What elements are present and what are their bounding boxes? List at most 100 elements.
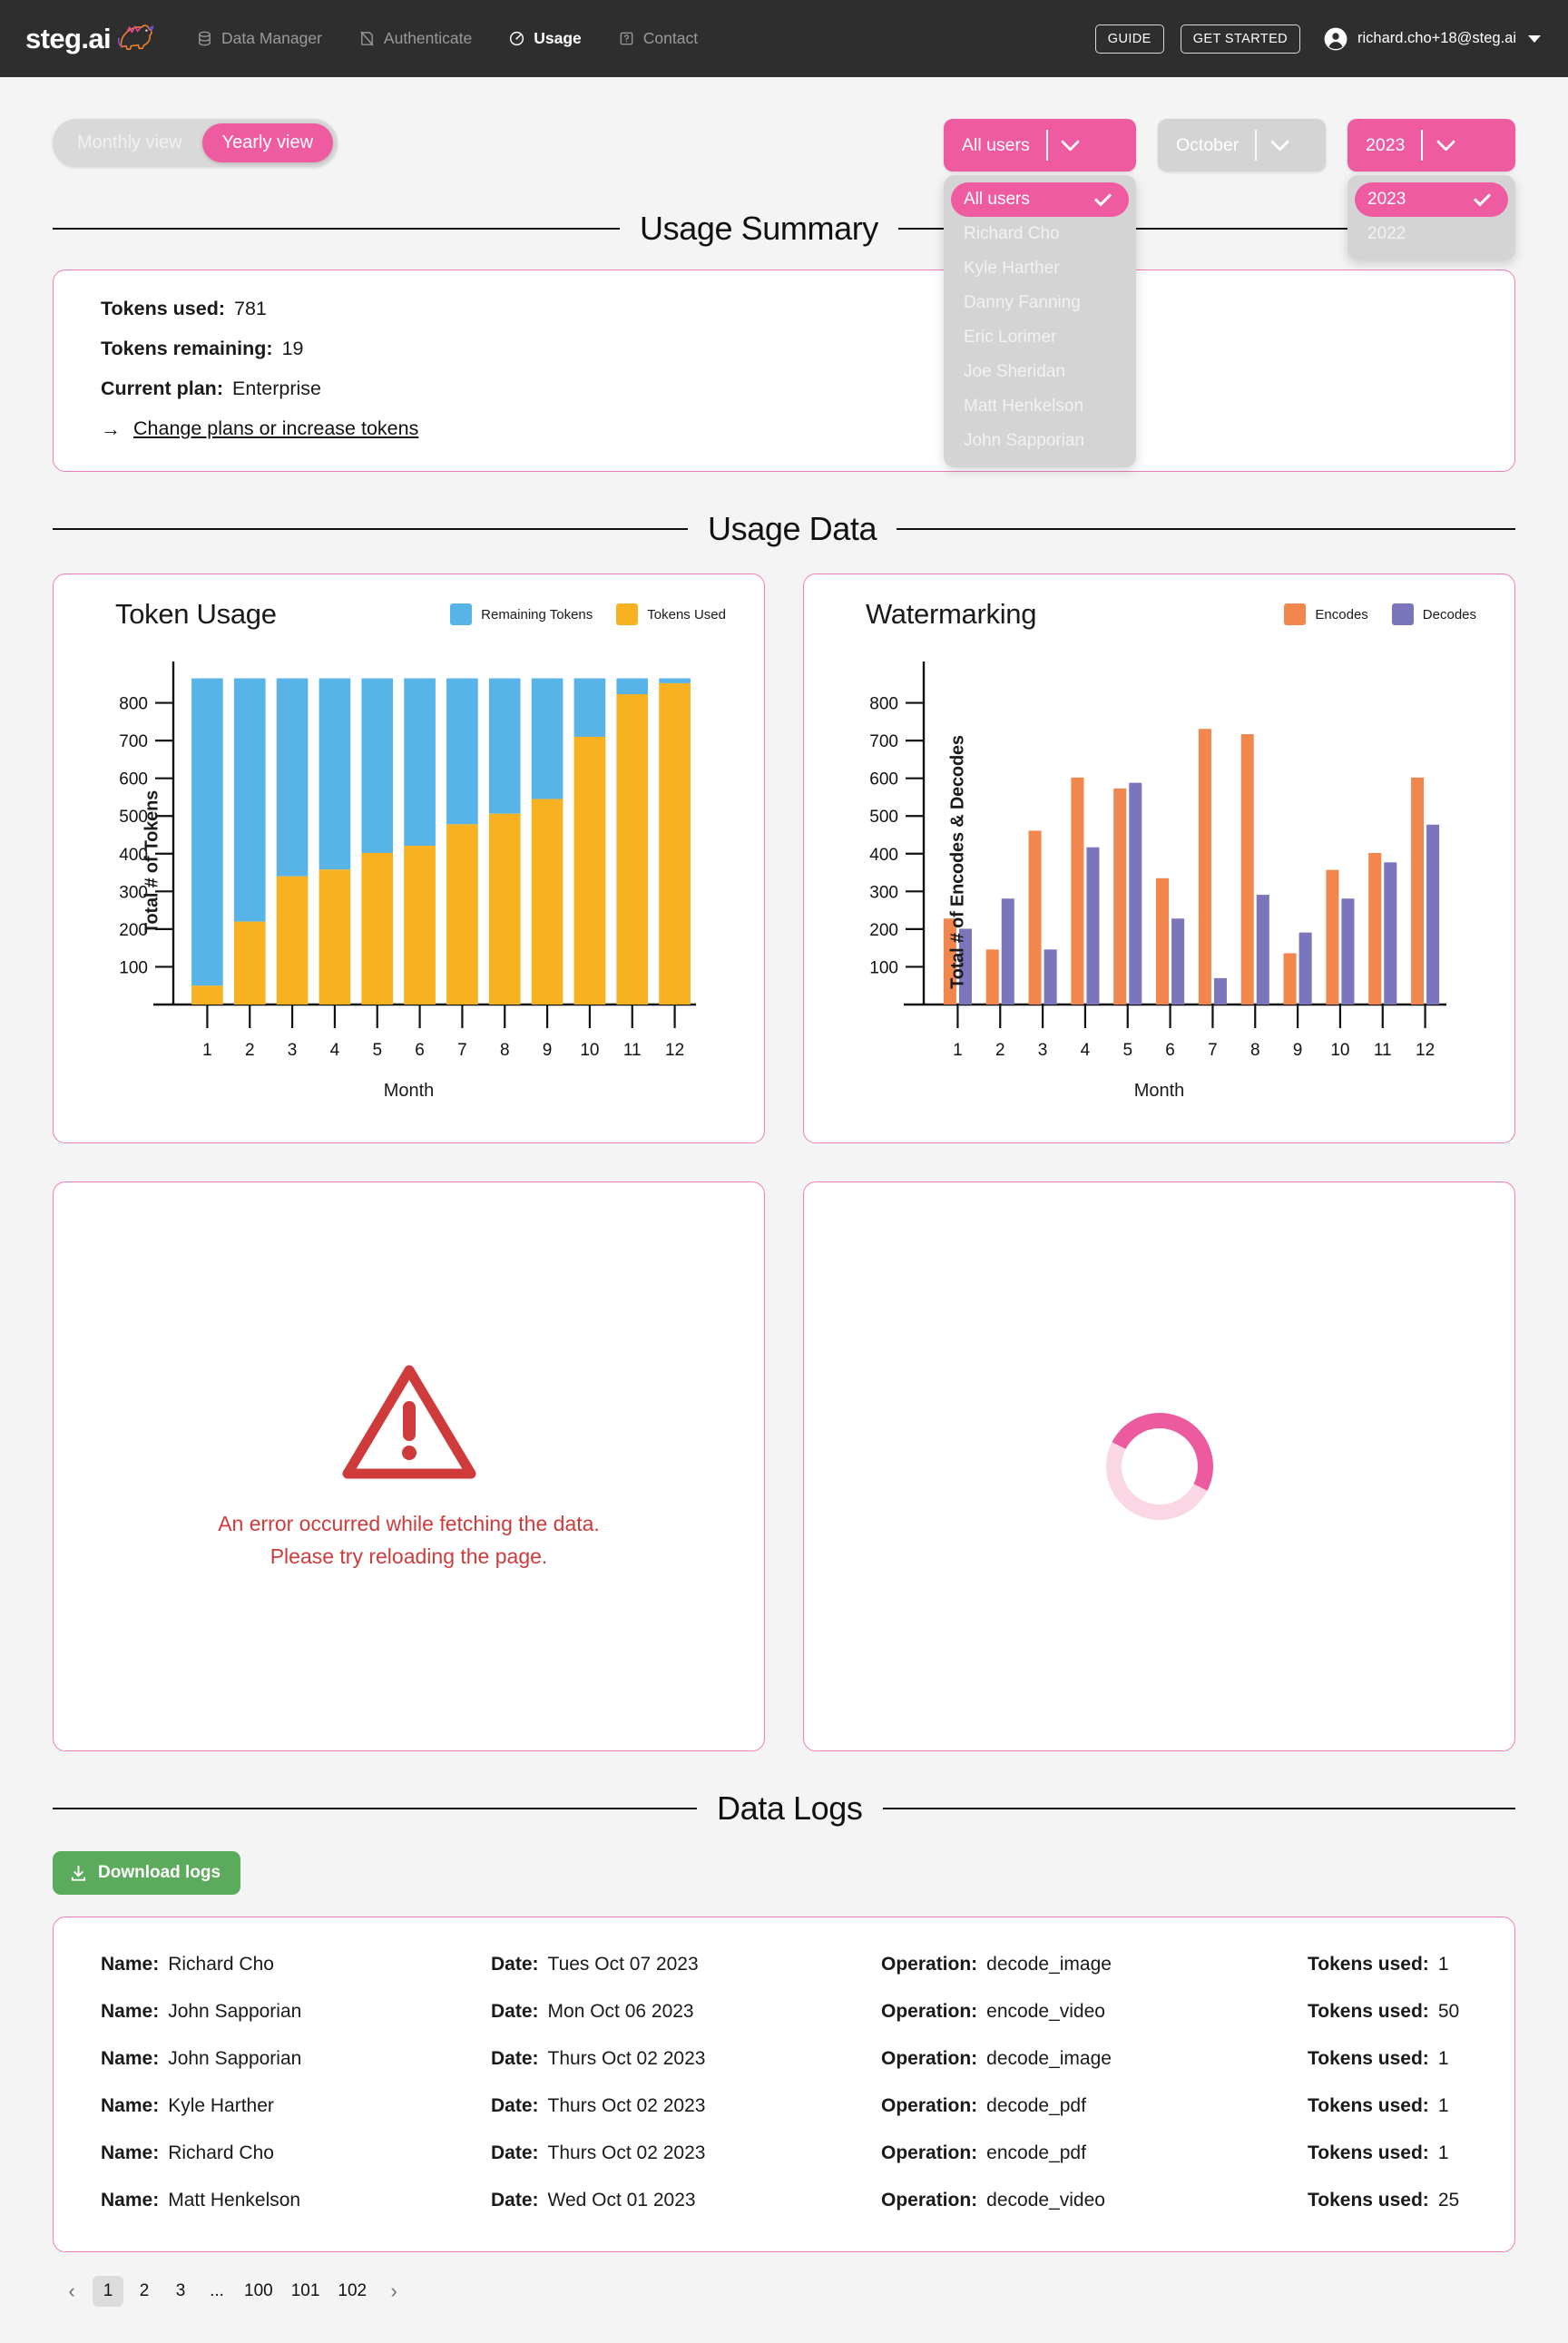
top-navigation-bar: steg.ai Data Manager Authenticate Usage … bbox=[0, 0, 1568, 77]
get-started-button[interactable]: GET STARTED bbox=[1180, 24, 1301, 54]
legend-swatch bbox=[616, 603, 639, 625]
download-logs-label: Download logs bbox=[98, 1863, 221, 1882]
user-option-danny-fanning[interactable]: Danny Fanning bbox=[951, 286, 1129, 320]
dropdown-option-label: 2023 bbox=[1367, 190, 1406, 209]
log-operation-value: encode_pdf bbox=[986, 2142, 1086, 2163]
download-logs-button[interactable]: Download logs bbox=[53, 1851, 241, 1895]
log-name-value: Matt Henkelson bbox=[168, 2190, 301, 2211]
log-operation-value: decode_image bbox=[986, 1954, 1112, 1975]
nav-item-data-manager[interactable]: Data Manager bbox=[194, 24, 324, 54]
user-option-all-users[interactable]: All users bbox=[951, 182, 1129, 217]
change-plans-link[interactable]: Change plans or increase tokens bbox=[133, 417, 418, 440]
table-row: Name: John Sapporian Date: Thurs Oct 02 … bbox=[101, 2035, 1467, 2083]
pagination-prev-button[interactable]: ‹ bbox=[56, 2276, 87, 2307]
tokens-used-value: 781 bbox=[234, 298, 267, 319]
nav-item-label: Data Manager bbox=[221, 29, 322, 47]
nav-item-label: Contact bbox=[642, 29, 699, 47]
user-option-richard-cho[interactable]: Richard Cho bbox=[951, 217, 1129, 251]
token-usage-chart-card: Token Usage Remaining Tokens Tokens Used… bbox=[53, 573, 765, 1143]
divider-line bbox=[53, 1808, 697, 1809]
log-date-label: Date: bbox=[491, 2095, 539, 2116]
svg-text:700: 700 bbox=[119, 732, 148, 751]
usage-summary-card: Tokens used: 781 Tokens remaining: 19 Cu… bbox=[53, 270, 1515, 472]
year-select-value: 2023 bbox=[1366, 134, 1406, 155]
log-tokens-label: Tokens used: bbox=[1308, 2142, 1429, 2163]
dropdown-option-label: Matt Henkelson bbox=[964, 397, 1084, 416]
pagination-ellipsis: ... bbox=[210, 2281, 224, 2300]
account-menu[interactable]: richard.cho+18@steg.ai bbox=[1324, 27, 1541, 51]
loading-panel bbox=[803, 1181, 1515, 1751]
log-operation-value: decode_video bbox=[986, 2190, 1105, 2211]
log-date-value: Wed Oct 01 2023 bbox=[547, 2190, 696, 2211]
current-plan-label: Current plan: bbox=[101, 377, 223, 399]
select-divider bbox=[1255, 130, 1258, 161]
svg-text:5: 5 bbox=[1122, 1041, 1132, 1060]
pagination-next-button[interactable]: › bbox=[378, 2276, 409, 2307]
svg-text:800: 800 bbox=[869, 695, 898, 714]
pagination-page-102[interactable]: 102 bbox=[331, 2276, 373, 2307]
nav-item-authenticate[interactable]: Authenticate bbox=[357, 24, 474, 54]
view-mode-toggle: Monthly view Yearly view bbox=[53, 119, 338, 167]
error-message-line-2: Please try reloading the page. bbox=[270, 1544, 548, 1568]
pagination-page-2[interactable]: 2 bbox=[129, 2276, 160, 2307]
user-option-eric-lorimer[interactable]: Eric Lorimer bbox=[951, 320, 1129, 355]
log-date-cell: Date: Thurs Oct 02 2023 bbox=[491, 2095, 881, 2117]
log-operation-value: decode_image bbox=[986, 2048, 1112, 2069]
watermarking-bar-chart: 1002003004005006007008001 2 3 4 5 6 7 8 9 10 11 12 bbox=[869, 662, 1446, 1060]
tokens-used-row: Tokens used: 781 bbox=[101, 298, 1467, 320]
pagination-page-1[interactable]: 1 bbox=[93, 2276, 123, 2307]
log-date-label: Date: bbox=[491, 2001, 539, 2022]
year-option-2022[interactable]: 2022 bbox=[1355, 217, 1508, 251]
svg-text:9: 9 bbox=[1293, 1041, 1303, 1060]
brand-logo[interactable]: steg.ai bbox=[25, 23, 154, 55]
warning-triangle-icon bbox=[342, 1365, 475, 1479]
user-select-button[interactable]: All users bbox=[944, 119, 1136, 172]
user-option-joe-sheridan[interactable]: Joe Sheridan bbox=[951, 355, 1129, 389]
chart-plot-area: Total # of Encodes & Decodes 100 200 300 40… bbox=[826, 649, 1493, 1075]
user-select-value: All users bbox=[962, 134, 1030, 155]
pagination-page-100[interactable]: 100 bbox=[238, 2276, 279, 2307]
pagination-page-3[interactable]: 3 bbox=[165, 2276, 196, 2307]
guide-button[interactable]: GUIDE bbox=[1094, 24, 1164, 54]
log-date-value: Thurs Oct 02 2023 bbox=[547, 2048, 706, 2069]
year-select-dropdown: 2023 2022 bbox=[1348, 175, 1515, 260]
log-operation-cell: Operation: encode_pdf bbox=[881, 2142, 1308, 2164]
user-option-matt-henkelson[interactable]: Matt Henkelson bbox=[951, 389, 1129, 424]
database-icon bbox=[199, 31, 211, 46]
x-axis-title: Month bbox=[383, 1081, 435, 1101]
chart-title: Token Usage bbox=[115, 598, 277, 630]
divider-line bbox=[53, 228, 620, 230]
section-header-usage-data: Usage Data bbox=[53, 510, 1515, 548]
user-option-kyle-harther[interactable]: Kyle Harther bbox=[951, 251, 1129, 286]
log-name-label: Name: bbox=[101, 2142, 160, 2163]
svg-text:3: 3 bbox=[1038, 1041, 1048, 1060]
y-axis-title: Total # of Encodes & Decodes bbox=[947, 735, 968, 989]
nav-item-contact[interactable]: Contact bbox=[616, 24, 700, 54]
account-email-label: richard.cho+18@steg.ai bbox=[1357, 30, 1516, 46]
svg-text:11: 11 bbox=[1374, 1041, 1392, 1060]
year-select-button[interactable]: 2023 bbox=[1348, 119, 1515, 172]
divider-line bbox=[897, 528, 1515, 530]
change-plans-row: → Change plans or increase tokens bbox=[101, 417, 1467, 440]
dropdown-option-label: John Sapporian bbox=[964, 431, 1085, 450]
log-date-value: Thurs Oct 02 2023 bbox=[547, 2142, 706, 2163]
pagination-page-101[interactable]: 101 bbox=[285, 2276, 327, 2307]
year-option-2023[interactable]: 2023 bbox=[1355, 182, 1508, 217]
nav-item-usage[interactable]: Usage bbox=[506, 24, 583, 54]
nav-item-label: Authenticate bbox=[383, 29, 473, 47]
brand-wordmark: steg.ai bbox=[25, 22, 112, 54]
tokens-remaining-value: 19 bbox=[281, 338, 304, 359]
avatar-icon bbox=[1324, 27, 1348, 50]
monthly-view-tab[interactable]: Monthly view bbox=[57, 123, 202, 162]
log-operation-cell: Operation: decode_pdf bbox=[881, 2095, 1308, 2117]
log-operation-value: decode_pdf bbox=[986, 2095, 1086, 2116]
tokens-remaining-label: Tokens remaining: bbox=[101, 338, 273, 359]
yearly-view-tab[interactable]: Yearly view bbox=[201, 123, 334, 162]
y-axis-title: Total # of Tokens bbox=[142, 789, 162, 935]
user-option-john-sapporian[interactable]: John Sapporian bbox=[951, 424, 1129, 458]
log-name-label: Name: bbox=[101, 2190, 160, 2211]
error-panel: An error occurred while fetching the dat… bbox=[53, 1181, 765, 1751]
legend-label: Encodes bbox=[1315, 606, 1368, 623]
svg-text:6: 6 bbox=[1165, 1041, 1175, 1060]
chevron-down-icon bbox=[1257, 132, 1302, 152]
